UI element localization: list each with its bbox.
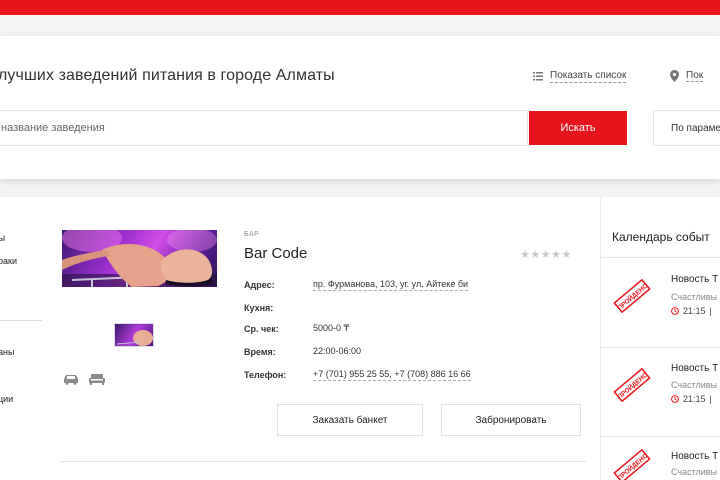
event-title[interactable]: Новость Т xyxy=(671,451,718,462)
passed-stamp-icon: ПРОЙДЕНО xyxy=(613,278,651,314)
sidebar-item[interactable]: ы xyxy=(0,233,5,244)
car-icon xyxy=(64,375,78,385)
sidebar-item[interactable]: ции xyxy=(0,394,13,404)
stamp-text: ПРОЙДЕНО xyxy=(615,451,649,480)
content-divider xyxy=(60,461,586,462)
avg-check-value: 5000-0 ₸ xyxy=(313,323,350,333)
show-list-link[interactable]: Показать список xyxy=(533,70,627,83)
calendar-divider xyxy=(600,347,720,348)
venue-feature-icons xyxy=(63,373,105,385)
hours-value: 22:00-06:00 xyxy=(313,346,362,356)
hours-label: Время: xyxy=(244,347,276,357)
map-pin-icon xyxy=(670,70,679,82)
phone-value[interactable]: +7 (701) 955 25 55, +7 (708) 886 16 66 xyxy=(313,369,471,381)
venue-category: БАР xyxy=(244,231,260,238)
show-list-label: Показать список xyxy=(550,70,627,83)
calendar-divider xyxy=(600,436,720,437)
event-time: 21:15 | xyxy=(671,394,712,404)
list-icon xyxy=(533,72,543,81)
sofa-icon xyxy=(89,374,105,385)
venue-photo[interactable] xyxy=(62,230,217,287)
clock-icon xyxy=(671,395,679,403)
event-title[interactable]: Новость Т xyxy=(671,363,718,374)
search-input[interactable]: название заведения xyxy=(0,110,528,146)
show-map-link[interactable]: Пок xyxy=(670,70,704,82)
sidebar-item[interactable]: раки xyxy=(0,256,17,266)
venue-thumbnail[interactable] xyxy=(114,323,154,347)
passed-stamp-icon: ПРОЙДЕНО xyxy=(613,448,651,480)
event-subtitle: Счастливы xyxy=(671,467,718,477)
event-title[interactable]: Новость Т xyxy=(671,274,718,285)
search-button[interactable]: Искать xyxy=(529,111,627,145)
passed-stamp-icon: ПРОЙДЕНО xyxy=(613,367,651,403)
clock-icon xyxy=(671,307,679,315)
search-panel xyxy=(0,36,720,179)
rating-stars: ★★★★★ xyxy=(520,249,572,261)
avg-check-label: Ср. чек: xyxy=(244,324,279,334)
event-time-separator: | xyxy=(709,394,712,404)
calendar-title: Календарь событ xyxy=(612,230,710,244)
cuisine-label: Кухня: xyxy=(244,303,274,313)
event-subtitle: Счастливы xyxy=(671,380,718,390)
event-time: 21:15 | xyxy=(671,306,712,316)
sidebar-divider xyxy=(0,320,42,321)
address-value[interactable]: пр. Фурманова, 103, уг. ул. Айтеке би xyxy=(313,279,469,291)
top-brand-bar xyxy=(0,0,720,15)
venue-thumbnail-art xyxy=(116,330,153,346)
event-time-value: 21:15 xyxy=(683,306,706,316)
sidebar-item[interactable]: аны xyxy=(0,347,14,357)
event-subtitle: Счастливы xyxy=(671,292,718,302)
venue-title[interactable]: Bar Code xyxy=(244,245,307,262)
stamp-text: ПРОЙДЕНО xyxy=(615,370,649,401)
show-map-label: Пок xyxy=(686,70,704,82)
stamp-text: ПРОЙДЕНО xyxy=(615,281,649,312)
event-time-separator: | xyxy=(709,306,712,316)
search-placeholder: название заведения xyxy=(1,122,105,134)
params-button[interactable]: По парамет xyxy=(653,110,720,146)
address-label: Адрес: xyxy=(244,280,275,290)
phone-label: Телефон: xyxy=(244,370,287,380)
page-headline: лучших заведений питания в городе Алматы xyxy=(0,67,335,84)
order-banquet-button[interactable]: Заказать банкет xyxy=(277,404,423,436)
venue-photo-art xyxy=(62,230,217,287)
calendar-divider xyxy=(600,257,720,258)
book-table-button[interactable]: Забронировать xyxy=(441,404,581,436)
event-time-value: 21:15 xyxy=(683,394,706,404)
